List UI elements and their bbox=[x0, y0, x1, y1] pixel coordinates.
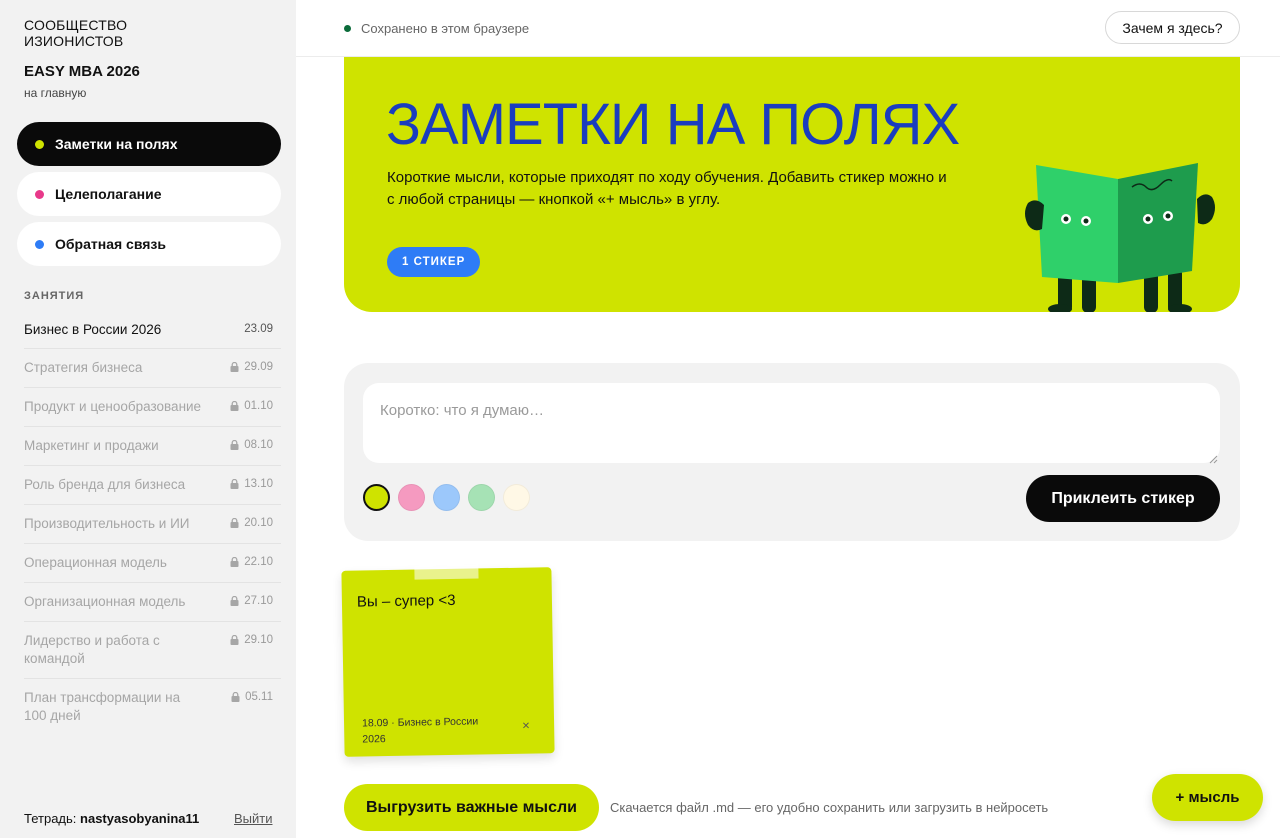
lesson-item[interactable]: Операционная модель 22.10 bbox=[24, 544, 281, 583]
lesson-title: Продукт и ценообразование bbox=[24, 399, 202, 414]
lesson-title: Маркетинг и продажи bbox=[24, 438, 159, 453]
top-bar: Сохранено в этом браузере Зачем я здесь? bbox=[296, 0, 1280, 57]
lesson-title: Операционная модель bbox=[24, 555, 167, 570]
lock-icon bbox=[230, 596, 239, 606]
lesson-title: Организационная модель bbox=[24, 594, 186, 609]
lesson-title: Лидерство и работа с командой bbox=[24, 633, 160, 666]
swatch-green[interactable] bbox=[468, 484, 495, 511]
lesson-item[interactable]: Организационная модель 27.10 bbox=[24, 583, 281, 622]
lesson-item[interactable]: Роль бренда для бизнеса 13.10 bbox=[24, 466, 281, 505]
lesson-date: 05.11 bbox=[231, 691, 281, 703]
lesson-date: 29.10 bbox=[230, 634, 281, 646]
lesson-item[interactable]: План трансформации на 100 дней 05.11 bbox=[24, 679, 281, 736]
nav-item-label: Обратная связь bbox=[55, 236, 166, 252]
why-here-button[interactable]: Зачем я здесь? bbox=[1105, 11, 1240, 44]
nav-item-label: Целеполагание bbox=[55, 186, 162, 202]
export-thoughts-button[interactable]: Выгрузить важные мысли bbox=[344, 784, 599, 831]
swatch-lime[interactable] bbox=[363, 484, 390, 511]
lesson-title: Стратегия бизнеса bbox=[24, 360, 143, 375]
swatch-pink[interactable] bbox=[398, 484, 425, 511]
page-title: ЗАМЕТКИ НА ПОЛЯХ bbox=[386, 92, 960, 157]
lock-icon bbox=[230, 440, 239, 450]
lesson-item[interactable]: Продукт и ценообразование 01.10 bbox=[24, 388, 281, 427]
note-input[interactable] bbox=[363, 383, 1220, 463]
nav-dot-icon bbox=[35, 189, 44, 199]
save-status-text: Сохранено в этом браузере bbox=[361, 21, 530, 36]
nav-dot-icon bbox=[35, 139, 44, 149]
book-reader-illustration bbox=[1020, 153, 1220, 312]
nav-item-notes[interactable]: Заметки на полях bbox=[17, 122, 281, 166]
lesson-title: Роль бренда для бизнеса bbox=[24, 477, 186, 492]
sidebar: СООБЩЕСТВО ИЗИОНИСТОВ EASY MBA 2026 на г… bbox=[0, 0, 296, 838]
lesson-title: Производительность и ИИ bbox=[24, 516, 190, 531]
sticker-count-badge: 1 СТИКЕР bbox=[387, 247, 481, 277]
color-swatches bbox=[363, 484, 530, 511]
lesson-item[interactable]: Маркетинг и продажи 08.10 bbox=[24, 427, 281, 466]
brand-line-1: СООБЩЕСТВО bbox=[24, 17, 128, 33]
lesson-date: 23.09 bbox=[244, 323, 273, 335]
hero-description: Короткие мысли, которые приходят по ходу… bbox=[387, 169, 947, 208]
stick-sticker-button[interactable]: Приклеить стикер bbox=[1026, 475, 1220, 522]
lesson-date: 22.10 bbox=[230, 556, 281, 568]
lesson-date: 27.10 bbox=[230, 595, 281, 607]
note-tape bbox=[414, 564, 479, 580]
swatch-cream[interactable] bbox=[503, 484, 530, 511]
sticky-note[interactable]: Вы – супер <3 18.09 · Бизнес в России 20… bbox=[341, 564, 555, 757]
lesson-date: 29.09 bbox=[230, 361, 281, 373]
resize-grip-icon[interactable] bbox=[1208, 451, 1218, 469]
notebook-owner: Тетрадь: nastyasobyanina11 bbox=[24, 811, 199, 826]
lock-icon bbox=[230, 635, 239, 645]
save-status: Сохранено в этом браузере bbox=[344, 21, 529, 36]
lock-icon bbox=[231, 692, 240, 702]
swatch-blue[interactable] bbox=[433, 484, 460, 511]
lessons-section-label: ЗАНЯТИЯ bbox=[24, 290, 85, 302]
lock-icon bbox=[230, 557, 239, 567]
logout-link[interactable]: Выйти bbox=[234, 811, 273, 826]
lesson-date: 08.10 bbox=[230, 439, 281, 451]
nav-item-goals[interactable]: Целеполагание bbox=[17, 172, 281, 216]
status-dot-icon bbox=[344, 25, 351, 32]
lock-icon bbox=[230, 401, 239, 411]
notebook-label: Тетрадь: bbox=[24, 811, 77, 826]
lock-icon bbox=[230, 479, 239, 489]
brand-line-2: ИЗИОНИСТОВ bbox=[24, 33, 124, 49]
home-link[interactable]: на главную bbox=[24, 86, 86, 100]
lesson-title: План трансформации на 100 дней bbox=[24, 690, 181, 723]
brand-logo[interactable]: СООБЩЕСТВО ИЗИОНИСТОВ bbox=[24, 17, 127, 49]
lesson-title: Бизнес в России 2026 bbox=[24, 322, 162, 337]
lessons-list: Бизнес в России 2026 23.09 Стратегия биз… bbox=[24, 311, 281, 736]
lesson-item[interactable]: Производительность и ИИ 20.10 bbox=[24, 505, 281, 544]
notebook-user: nastyasobyanina11 bbox=[80, 811, 200, 826]
lock-icon bbox=[230, 518, 239, 528]
lesson-date: 01.10 bbox=[230, 400, 281, 412]
add-thought-button[interactable]: + мысль bbox=[1152, 774, 1263, 821]
lock-icon bbox=[230, 362, 239, 372]
hero-banner: ЗАМЕТКИ НА ПОЛЯХ Короткие мысли, которые… bbox=[344, 57, 1240, 312]
course-title: EASY MBA 2026 bbox=[24, 63, 140, 80]
lesson-date: 20.10 bbox=[230, 517, 281, 529]
lesson-item[interactable]: Лидерство и работа с командой 29.10 bbox=[24, 622, 281, 679]
lesson-item[interactable]: Стратегия бизнеса 29.09 bbox=[24, 349, 281, 388]
nav-item-feedback[interactable]: Обратная связь bbox=[17, 222, 281, 266]
export-hint: Скачается файл .md — его удобно сохранит… bbox=[610, 800, 1049, 815]
lesson-item[interactable]: Бизнес в России 2026 23.09 bbox=[24, 311, 281, 349]
note-meta: 18.09 · Бизнес в России 2026 bbox=[361, 715, 479, 746]
nav-dot-icon bbox=[35, 239, 44, 249]
sticker-composer: Приклеить стикер bbox=[344, 363, 1240, 541]
close-icon[interactable]: × bbox=[522, 718, 530, 733]
lesson-date: 13.10 bbox=[230, 478, 281, 490]
note-text: Вы – супер <3 bbox=[356, 591, 456, 611]
nav-item-label: Заметки на полях bbox=[55, 136, 178, 152]
